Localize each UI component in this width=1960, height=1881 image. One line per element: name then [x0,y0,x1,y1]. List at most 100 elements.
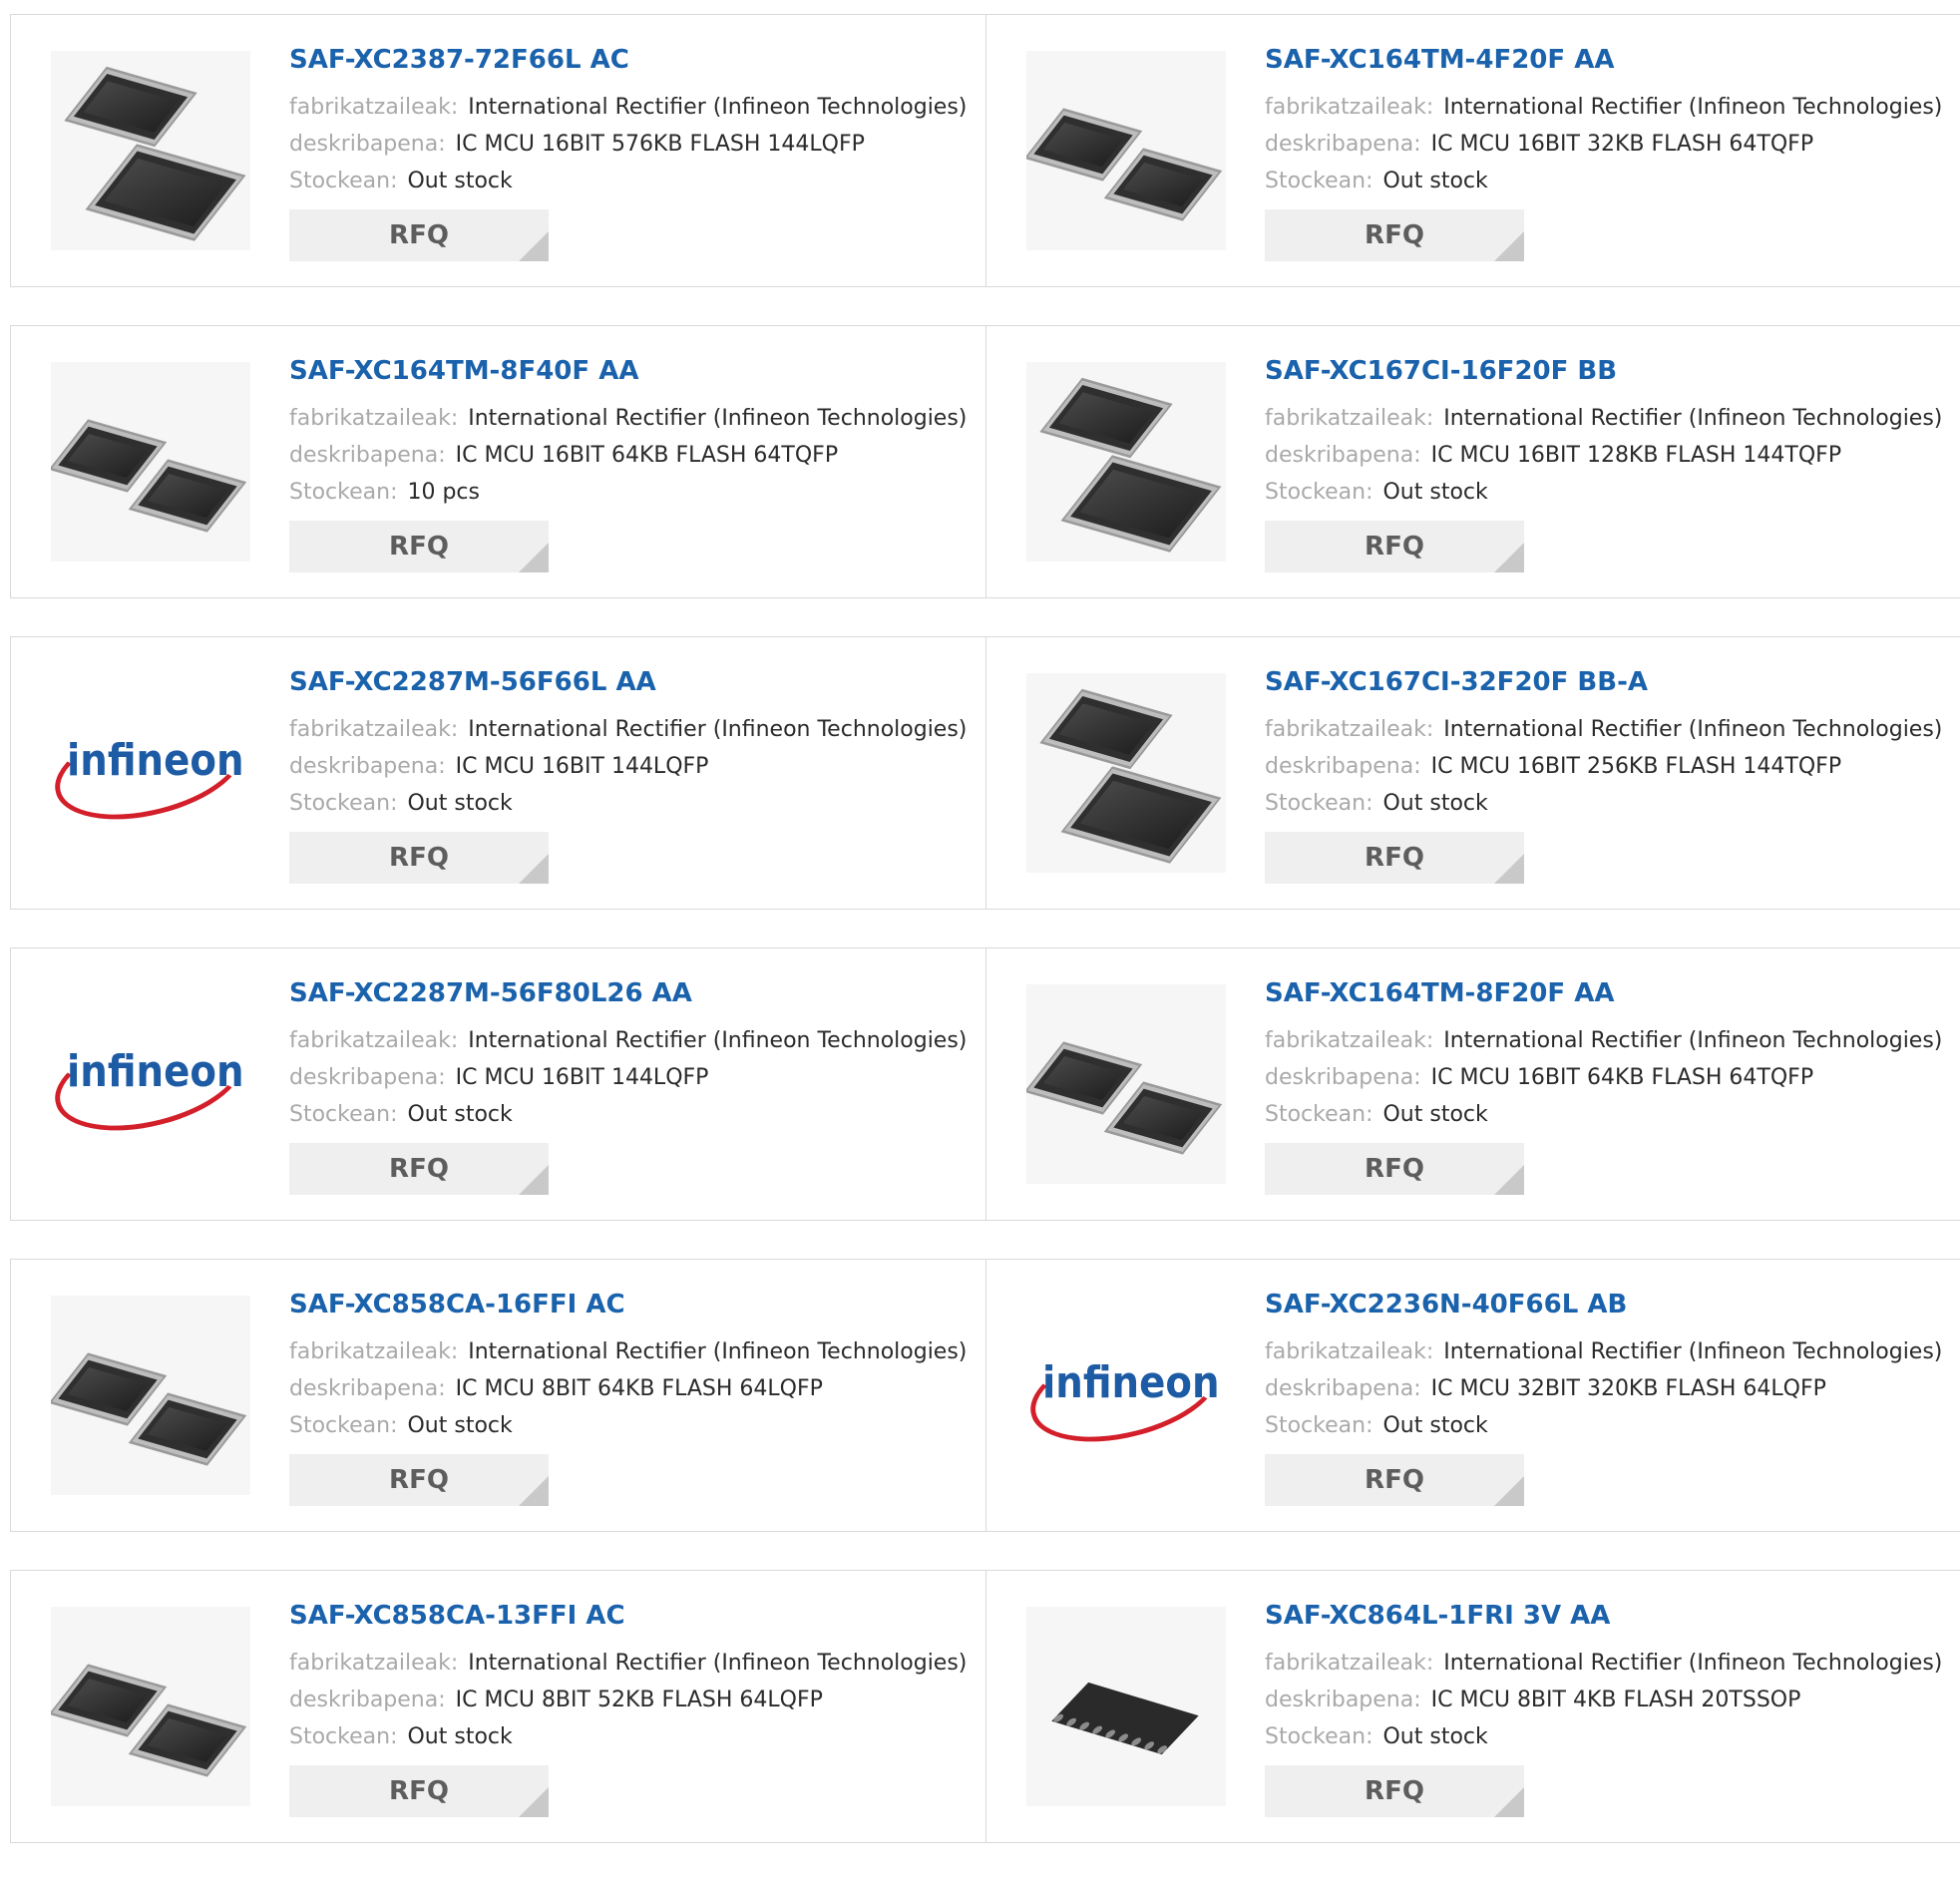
product-info: SAF-XC2287M-56F80L26 AA fabrikatzaileak: I… [289,976,985,1195]
rfq-button[interactable]: RFQ [289,1765,549,1817]
product-title-link[interactable]: SAF-XC164TM-8F40F AA [289,354,985,388]
product-title-link[interactable]: SAF-XC858CA-13FFI AC [289,1599,985,1633]
product-title-link[interactable]: SAF-XC2236N-40F66L AB [1265,1288,1960,1321]
rfq-button[interactable]: RFQ [1265,1765,1524,1817]
chip-body [1063,457,1219,551]
rfq-button[interactable]: RFQ [1265,1454,1524,1506]
stock-label: Stockean: [1265,1102,1373,1127]
rfq-button[interactable]: RFQ [1265,209,1524,261]
product-info: SAF-XC164TM-8F20F AA fabrikatzaileak: Inte… [1265,976,1960,1195]
qfp-chip-image[interactable] [1026,51,1226,250]
stock-value: Out stock [1382,1102,1488,1127]
product-card: infineon SAF-XC2236N-40F66L AB fabrikatzai… [985,1260,1960,1531]
qfp-chip-image[interactable] [1026,673,1226,873]
stock-value: Out stock [1382,480,1488,505]
stock-value: Out stock [1382,791,1488,816]
description-value: IC MCU 8BIT 64KB FLASH 64LQFP [455,1376,823,1401]
rfq-button-label: RFQ [1365,1776,1424,1806]
product-title-link[interactable]: SAF-XC2287M-56F80L26 AA [289,976,985,1010]
stock-label: Stockean: [1265,480,1373,505]
description-label: deskribapena: [289,443,446,468]
infineon-logo-image[interactable]: infineon [51,673,250,873]
rfq-button-label: RFQ [1365,1154,1424,1184]
qfp-chip-image[interactable] [51,1607,250,1806]
rfq-button[interactable]: RFQ [1265,521,1524,572]
product-title-link[interactable]: SAF-XC167CI-16F20F BB [1265,354,1960,388]
chip-body [131,1394,244,1464]
corner-triangle-icon [1494,231,1524,261]
rfq-button[interactable]: RFQ [1265,1143,1524,1195]
description-value: IC MCU 32BIT 320KB FLASH 64LQFP [1430,1376,1826,1401]
chip-body [67,69,195,145]
product-card: SAF-XC2387-72F66L AC fabrikatzaileak: Inte… [11,15,985,286]
manufacturer-value: International Rectifier (Infineon Techno… [468,1028,968,1053]
manufacturer-value: International Rectifier (Infineon Techno… [1443,1651,1943,1676]
manufacturer-value: International Rectifier (Infineon Techno… [1443,1028,1943,1053]
stock-value: 10 pcs [407,480,480,505]
chip-body [1106,150,1220,219]
manufacturer-label: fabrikatzaileak: [289,95,459,120]
description-label: deskribapena: [289,1065,446,1090]
manufacturer-label: fabrikatzaileak: [289,1339,459,1364]
stock-line: Stockean: Out stock [1265,474,1960,511]
product-title-link[interactable]: SAF-XC2387-72F66L AC [289,43,985,77]
product-title-link[interactable]: SAF-XC858CA-16FFI AC [289,1288,985,1321]
tssop-chip-image[interactable] [1026,1607,1226,1806]
product-row: SAF-XC2387-72F66L AC fabrikatzaileak: Inte… [10,14,1960,287]
description-line: deskribapena: IC MCU 8BIT 52KB FLASH 64LQ… [289,1682,985,1718]
rfq-button[interactable]: RFQ [289,832,549,884]
product-info: SAF-XC167CI-32F20F BB-A fabrikatzaileak: I… [1265,665,1960,884]
chip-body [1106,1083,1220,1153]
corner-triangle-icon [1494,1165,1524,1195]
manufacturer-line: fabrikatzaileak: International Rectifier … [1265,400,1960,437]
qfp-chip-image[interactable] [51,362,250,562]
product-title-link[interactable]: SAF-XC164TM-8F20F AA [1265,976,1960,1010]
stock-value: Out stock [1382,1724,1488,1749]
rfq-button[interactable]: RFQ [289,1143,549,1195]
product-row: infineon SAF-XC2287M-56F66L AA fabrikatzai… [10,636,1960,910]
corner-triangle-icon [519,854,549,884]
rfq-button[interactable]: RFQ [289,209,549,261]
stock-label: Stockean: [1265,169,1373,193]
description-value: IC MCU 16BIT 144LQFP [455,1065,709,1090]
manufacturer-line: fabrikatzaileak: International Rectifier … [289,1645,985,1682]
description-line: deskribapena: IC MCU 16BIT 256KB FLASH 14… [1265,748,1960,785]
stock-line: Stockean: Out stock [289,1096,985,1133]
rfq-button-label: RFQ [389,1154,449,1184]
description-value: IC MCU 16BIT 576KB FLASH 144LQFP [455,132,865,157]
rfq-button[interactable]: RFQ [289,1454,549,1506]
product-grid: SAF-XC2387-72F66L AC fabrikatzaileak: Inte… [10,14,1960,1881]
product-title-link[interactable]: SAF-XC2287M-56F66L AA [289,665,985,699]
chip-body [131,1705,244,1775]
stock-line: Stockean: Out stock [1265,1407,1960,1444]
stock-label: Stockean: [1265,1724,1373,1749]
infineon-logo-image[interactable]: infineon [51,984,250,1184]
product-title-link[interactable]: SAF-XC167CI-32F20F BB-A [1265,665,1960,699]
description-value: IC MCU 16BIT 64KB FLASH 64TQFP [1430,1065,1814,1090]
logo-text: infineon [1042,1357,1220,1408]
rfq-button-label: RFQ [1365,1465,1424,1495]
rfq-button[interactable]: RFQ [289,521,549,572]
product-title-link[interactable]: SAF-XC164TM-4F20F AA [1265,43,1960,77]
rfq-button[interactable]: RFQ [1265,832,1524,884]
qfp-chip-image[interactable] [51,1296,250,1495]
manufacturer-value: International Rectifier (Infineon Techno… [468,95,968,120]
chip-body [1051,1682,1199,1755]
description-label: deskribapena: [289,132,446,157]
manufacturer-value: International Rectifier (Infineon Techno… [468,717,968,742]
chip-body [51,421,165,491]
qfp-chip-image[interactable] [1026,984,1226,1184]
stock-label: Stockean: [289,169,398,193]
product-title-link[interactable]: SAF-XC864L-1FRI 3V AA [1265,1599,1960,1633]
stock-label: Stockean: [289,1724,398,1749]
rfq-button-label: RFQ [389,1465,449,1495]
manufacturer-line: fabrikatzaileak: International Rectifier … [1265,711,1960,748]
qfp-chip-image[interactable] [51,51,250,250]
stock-label: Stockean: [289,791,398,816]
infineon-logo-image[interactable]: infineon [1026,1296,1226,1495]
description-line: deskribapena: IC MCU 16BIT 128KB FLASH 14… [1265,437,1960,474]
stock-line: Stockean: Out stock [289,1718,985,1755]
qfp-chip-image[interactable] [1026,362,1226,562]
stock-line: Stockean: Out stock [289,785,985,822]
stock-line: Stockean: Out stock [1265,1718,1960,1755]
